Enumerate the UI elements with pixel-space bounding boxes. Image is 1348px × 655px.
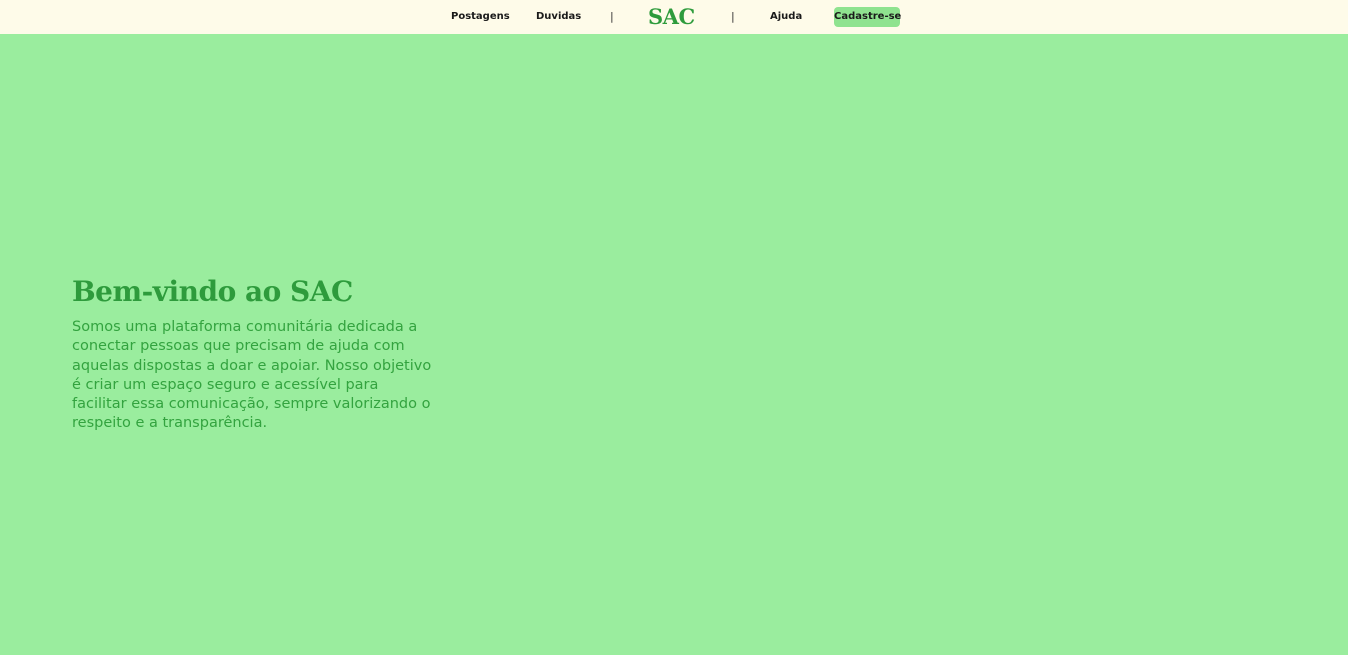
top-navigation-bar: Postagens Duvidas | SAC | Ajuda Cadastre… bbox=[0, 0, 1348, 34]
nav-separator-left: | bbox=[610, 10, 614, 23]
signup-button[interactable]: Cadastre-se bbox=[834, 7, 901, 27]
hero-title: Bem-vindo ao SAC bbox=[72, 275, 353, 308]
hero-description: Somos uma plataforma comunitária dedicad… bbox=[72, 319, 432, 432]
logo[interactable]: SAC bbox=[648, 3, 695, 31]
nav-link-postagens[interactable]: Postagens bbox=[451, 0, 510, 34]
nav-separator-right: | bbox=[731, 10, 735, 23]
nav-link-ajuda[interactable]: Ajuda bbox=[770, 0, 802, 34]
nav-link-duvidas[interactable]: Duvidas bbox=[536, 0, 581, 34]
hero-section: Bem-vindo ao SAC Somos uma plataforma co… bbox=[72, 274, 432, 434]
